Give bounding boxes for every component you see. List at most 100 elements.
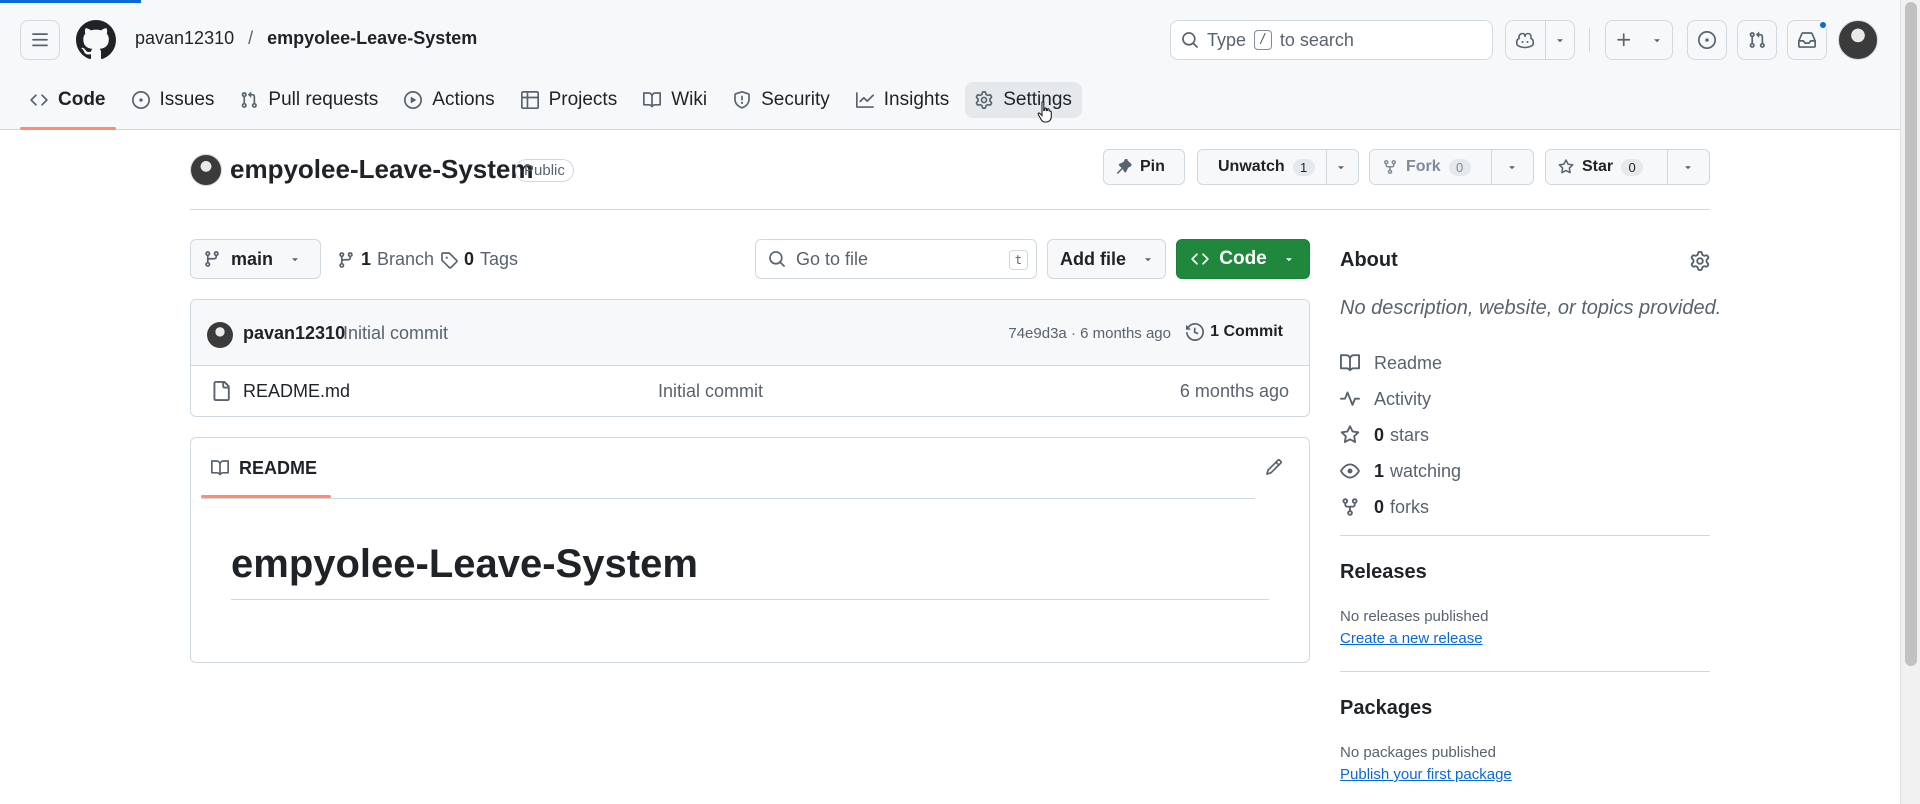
- repository-title[interactable]: empyolee-Leave-System: [230, 154, 533, 185]
- tab-label: Issues: [159, 89, 215, 110]
- scrollbar-thumb[interactable]: [1905, 2, 1917, 666]
- copilot-button[interactable]: [1506, 21, 1545, 59]
- tab-insights[interactable]: Insights: [846, 82, 959, 118]
- releases-note: No releases published: [1340, 608, 1489, 625]
- readme-divider: [201, 498, 1255, 499]
- issues-shortcut-button[interactable]: [1687, 20, 1727, 60]
- unwatch-label: Unwatch: [1218, 158, 1285, 175]
- mouse-pointer-hand-icon: [1037, 101, 1052, 123]
- create-release-link[interactable]: Create a new release: [1340, 630, 1483, 647]
- watchers-link[interactable]: 1 watching: [1340, 453, 1710, 489]
- pin-button[interactable]: Pin: [1103, 149, 1185, 185]
- commit-author-avatar[interactable]: [207, 322, 233, 348]
- branches-link[interactable]: 1 Branch: [337, 249, 434, 270]
- pencil-icon[interactable]: [1265, 458, 1283, 476]
- packages-note: No packages published: [1340, 744, 1496, 761]
- table-row[interactable]: README.md Initial commit 6 months ago: [191, 366, 1309, 416]
- gear-icon[interactable]: [1690, 251, 1710, 271]
- forks-label: forks: [1390, 496, 1430, 517]
- sidebar-divider: [1340, 535, 1710, 536]
- header-divider: [1589, 28, 1590, 52]
- triangle-down-icon: [1145, 258, 1151, 262]
- add-file-button[interactable]: Add file: [1047, 239, 1166, 279]
- packages-title[interactable]: Packages: [1340, 697, 1432, 720]
- watching-label: watching: [1390, 460, 1462, 481]
- fork-button[interactable]: Fork 0: [1370, 150, 1491, 184]
- activity-link[interactable]: Activity: [1340, 381, 1710, 417]
- create-new-button-group: [1605, 20, 1673, 60]
- search-shortcut-key: /: [1254, 30, 1272, 50]
- star-label: Star: [1582, 158, 1614, 175]
- gear-icon: [975, 91, 993, 109]
- unwatch-button[interactable]: Unwatch 1: [1198, 150, 1326, 184]
- star-button[interactable]: Star 0: [1546, 150, 1667, 184]
- tab-pull-requests[interactable]: Pull requests: [230, 82, 388, 118]
- branch-picker-button[interactable]: main: [190, 239, 321, 279]
- tab-label: Insights: [883, 89, 950, 110]
- commit-author[interactable]: pavan12310: [243, 323, 345, 344]
- publish-package-link[interactable]: Publish your first package: [1340, 766, 1512, 783]
- user-avatar-button[interactable]: [1838, 20, 1878, 60]
- about-description: No description, website, or topics provi…: [1340, 297, 1722, 319]
- tab-settings[interactable]: Settings: [965, 82, 1082, 118]
- tab-wiki[interactable]: Wiki: [633, 82, 717, 118]
- add-file-body: Add file: [1048, 240, 1166, 278]
- file-commit-message[interactable]: Initial commit: [658, 381, 763, 402]
- owner-link[interactable]: pavan12310: [135, 28, 234, 49]
- commit-sha-time[interactable]: 74e9d3a · 6 months ago: [1008, 325, 1171, 342]
- watch-dropdown[interactable]: [1326, 150, 1355, 184]
- commit-history-link[interactable]: 1 Commit: [1186, 323, 1283, 341]
- github-logo-link[interactable]: [76, 20, 116, 60]
- tab-projects[interactable]: Projects: [511, 82, 628, 118]
- go-to-file-input[interactable]: Go to file t: [755, 239, 1037, 279]
- fork-label: Fork: [1406, 158, 1441, 175]
- global-search-input[interactable]: Type / to search: [1170, 20, 1493, 60]
- tab-issues[interactable]: Issues: [122, 82, 225, 118]
- global-bar: pavan12310 / empyolee-Leave-System Type …: [0, 16, 1900, 64]
- copilot-icon: [1516, 32, 1535, 49]
- pin-label: Pin: [1140, 158, 1165, 175]
- commit-message[interactable]: Initial commit: [343, 323, 448, 344]
- fork-dropdown[interactable]: [1491, 150, 1532, 184]
- github-mark-icon: [76, 20, 116, 60]
- tab-actions[interactable]: Actions: [394, 82, 504, 118]
- tags-link[interactable]: 0 Tags: [440, 249, 518, 270]
- tab-label: Code: [58, 89, 106, 110]
- readme-link[interactable]: Readme: [1340, 345, 1710, 381]
- pin-button-body: Pin: [1104, 150, 1177, 184]
- shield-icon: [734, 91, 750, 109]
- repo-forked-icon: [1342, 498, 1358, 516]
- releases-title[interactable]: Releases: [1340, 561, 1427, 584]
- star-dropdown[interactable]: [1667, 150, 1708, 184]
- menu-button[interactable]: [20, 20, 60, 60]
- repo-link[interactable]: empyolee-Leave-System: [267, 28, 477, 49]
- triangle-down-icon: [1286, 258, 1292, 262]
- pull-requests-shortcut-button[interactable]: [1737, 20, 1777, 60]
- readme-tab[interactable]: README: [201, 438, 331, 498]
- file-name-link[interactable]: README.md: [243, 381, 350, 402]
- forks-link[interactable]: 0 forks: [1340, 489, 1710, 525]
- owner-avatar[interactable]: [190, 154, 222, 186]
- app-header: pavan12310 / empyolee-Leave-System Type …: [0, 0, 1900, 130]
- branch-picker-body: main: [191, 240, 313, 278]
- watch-button-group: Unwatch 1: [1197, 149, 1359, 185]
- copilot-dropdown-button[interactable]: [1544, 21, 1574, 59]
- page-scrollbar[interactable]: [1900, 0, 1920, 804]
- tab-code[interactable]: Code: [20, 82, 116, 130]
- branches-label: Branch: [377, 249, 435, 269]
- file-age: 6 months ago: [1179, 381, 1289, 401]
- inbox-icon: [1798, 32, 1816, 48]
- hamburger-icon: [32, 33, 48, 47]
- triangle-down-icon: [1557, 39, 1563, 43]
- stars-link[interactable]: 0 stars: [1340, 417, 1710, 453]
- issue-opened-icon: [1698, 31, 1716, 49]
- code-clone-button[interactable]: Code: [1176, 239, 1310, 279]
- breadcrumb-separator: /: [248, 28, 254, 48]
- create-new-button[interactable]: [1606, 21, 1643, 59]
- git-branch-icon: [205, 251, 219, 267]
- pulse-icon: [1340, 391, 1360, 406]
- repo-context-breadcrumb: pavan12310 / empyolee-Leave-System: [135, 28, 477, 49]
- search-icon: [769, 251, 785, 267]
- tab-security[interactable]: Security: [723, 82, 840, 118]
- create-new-dropdown[interactable]: [1643, 21, 1672, 59]
